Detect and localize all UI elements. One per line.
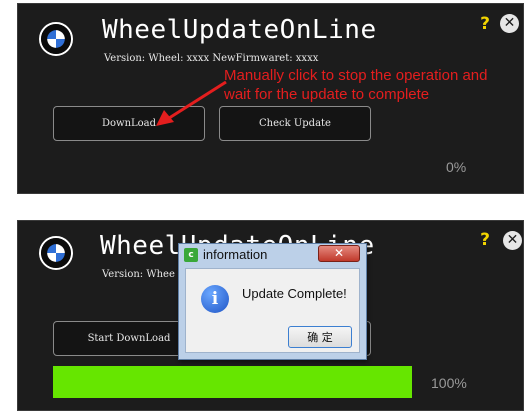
dialog-message: Update Complete! <box>242 286 347 301</box>
annotation-text: Manually click to stop the operation and… <box>224 66 524 104</box>
check-update-button[interactable]: Check Update <box>219 106 371 141</box>
version-info: Version: Whee <box>102 269 175 280</box>
dialog-body: i Update Complete! 确 定 <box>185 268 360 353</box>
help-icon[interactable]: ? <box>477 14 493 34</box>
dialog-title: information <box>203 247 268 262</box>
close-icon[interactable]: ✕ <box>503 231 522 250</box>
ok-button[interactable]: 确 定 <box>288 326 352 348</box>
version-info: Version: Wheel: xxxx NewFirmwaret: xxxx <box>104 53 319 64</box>
annotation-line-1: Manually click to stop the operation and <box>224 67 488 84</box>
progress-percent: 100% <box>431 375 467 391</box>
dialog-close-button[interactable]: ✕ <box>318 245 360 262</box>
bmw-roundel-logo-icon <box>39 22 73 56</box>
progress-percent: 0% <box>446 159 467 175</box>
app-title: WheelUpdateOnLine <box>102 15 377 45</box>
annotation-arrow-icon <box>156 80 227 126</box>
help-icon[interactable]: ? <box>477 230 493 250</box>
dialog-titlebar[interactable]: c information ✕ <box>179 244 366 265</box>
app-icon: c <box>184 248 198 262</box>
annotation-line-2: wait for the update to complete <box>224 86 430 103</box>
close-icon[interactable]: ✕ <box>500 14 519 33</box>
progress-bar <box>53 366 412 398</box>
progress-fill <box>53 366 412 398</box>
information-icon: i <box>201 285 229 313</box>
information-dialog: c information ✕ i Update Complete! 确 定 <box>178 243 367 360</box>
bmw-roundel-logo-icon <box>39 236 73 270</box>
